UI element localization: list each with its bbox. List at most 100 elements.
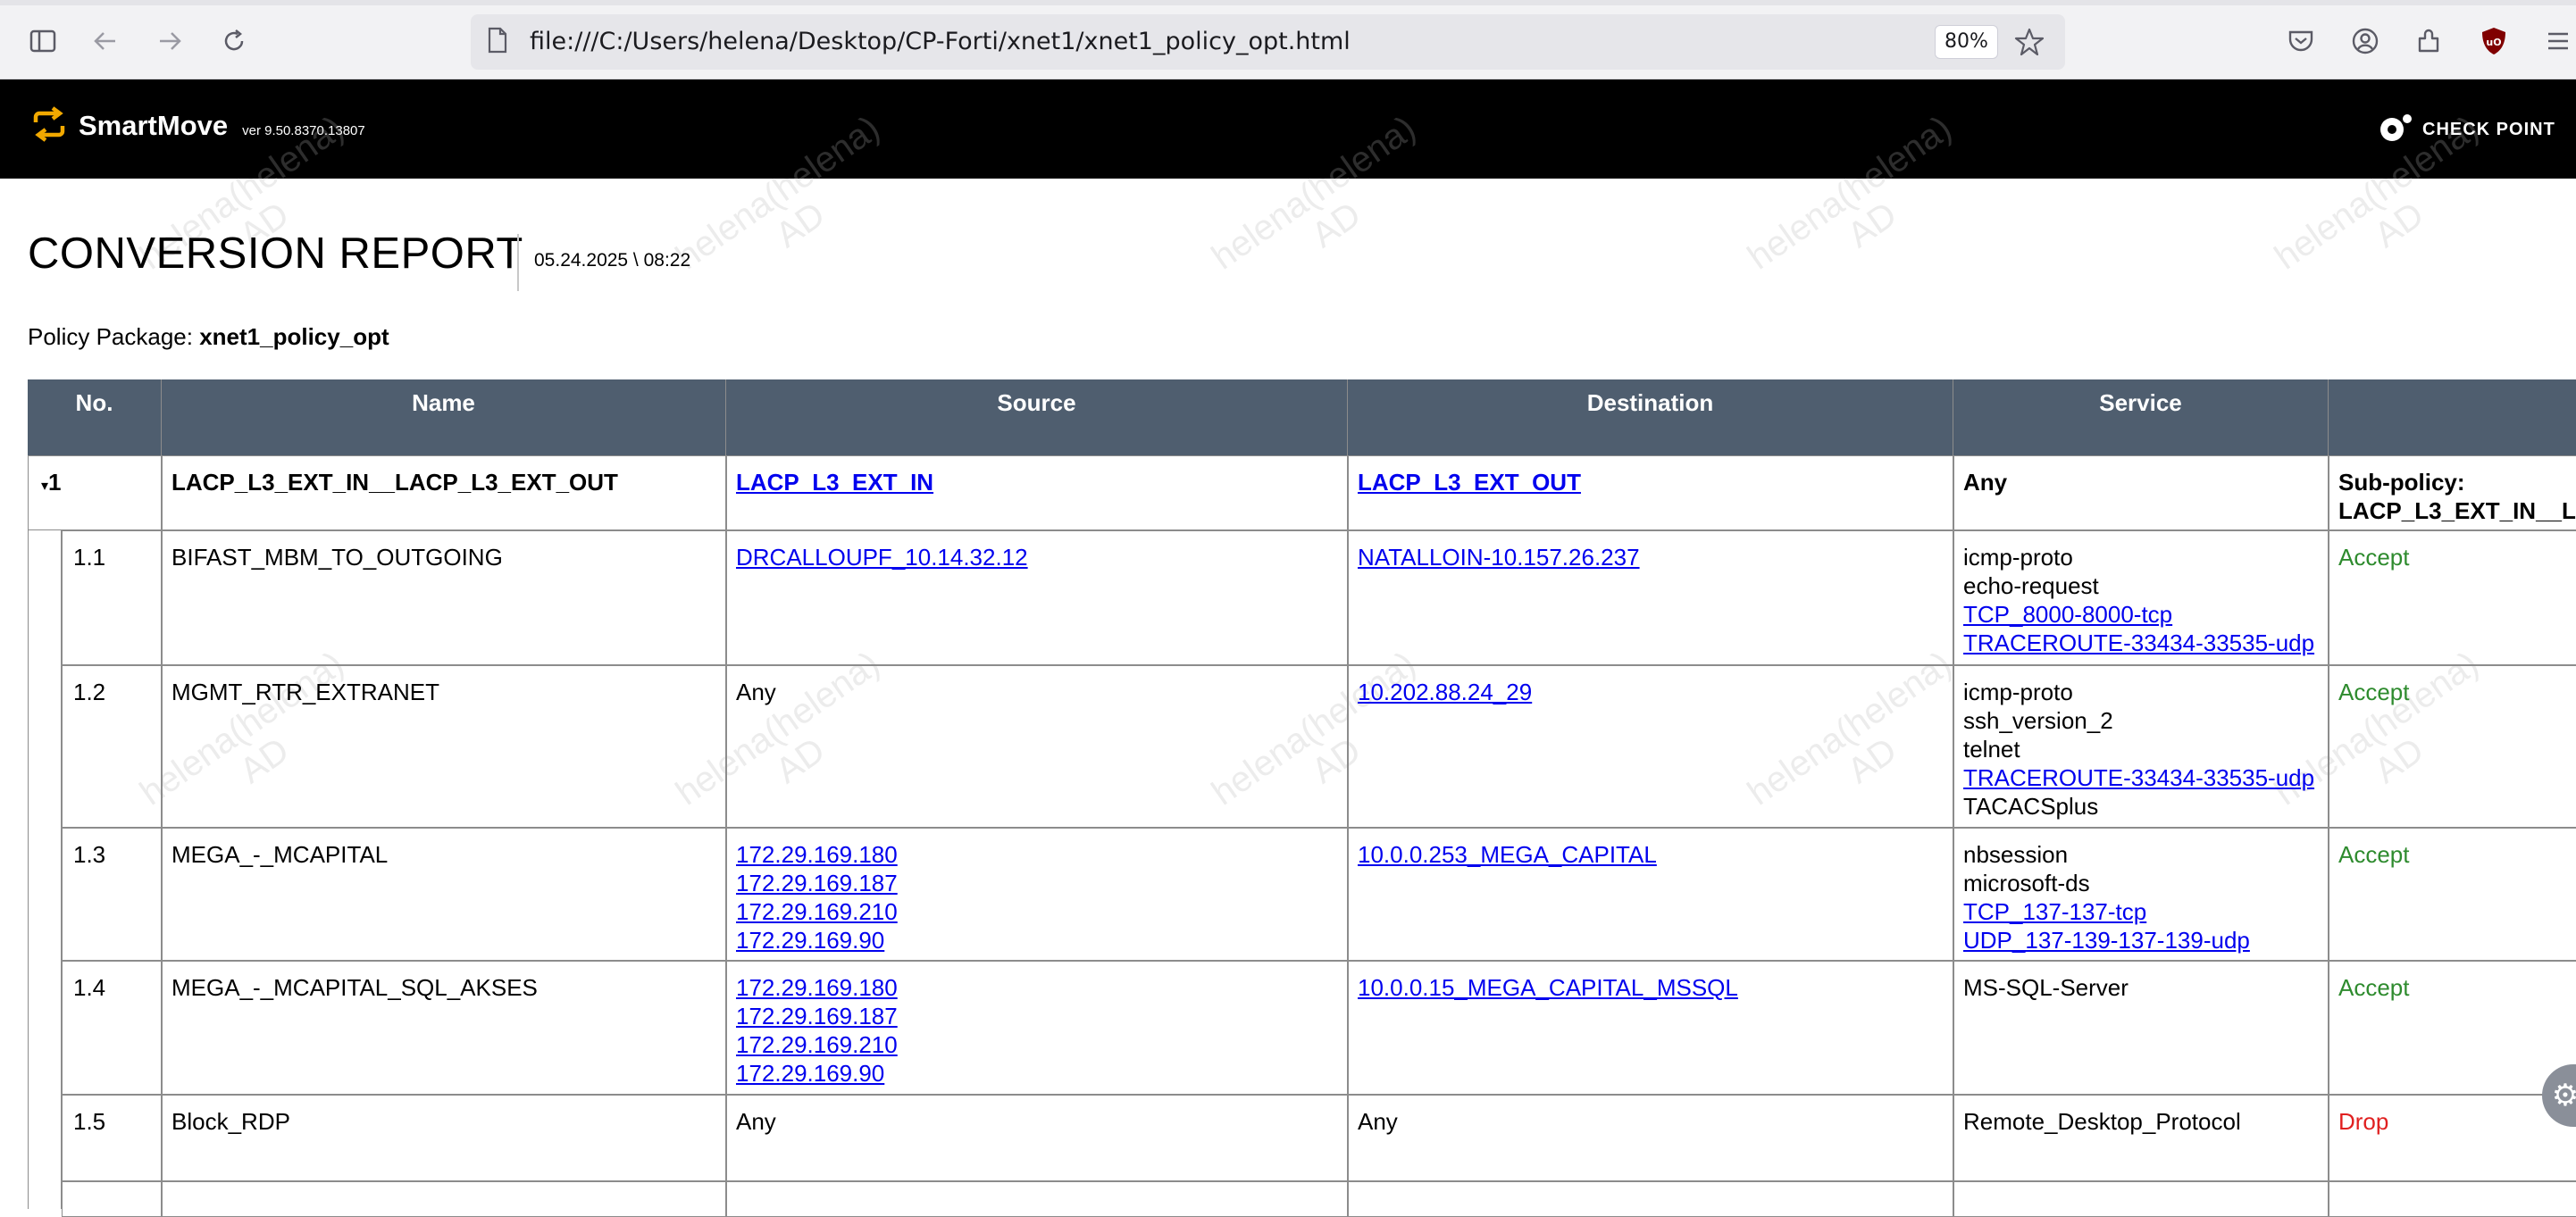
source-link[interactable]: 172.29.169.187 bbox=[736, 1002, 898, 1030]
row-name-cell: BIFAST_MBM_TO_OUTGOING bbox=[162, 530, 726, 665]
source-link[interactable]: 172.29.169.180 bbox=[736, 973, 898, 1002]
action-accept: Accept bbox=[2338, 841, 2410, 868]
row-service-cell: icmp-proto ssh_version_2 telnet TRACEROU… bbox=[1953, 665, 2329, 828]
section-action-cell: Sub-policy: LACP_L3_EXT_IN__LACP_L3_EXT_… bbox=[2329, 455, 2576, 530]
section-destination-link[interactable]: LACP_L3_EXT_OUT bbox=[1358, 468, 1581, 496]
row-name-cell bbox=[162, 1181, 726, 1217]
row-no-cell: 1.3 bbox=[62, 828, 162, 961]
row-no: 1.4 bbox=[73, 974, 106, 1001]
row-source-cell: DRCALLOUPF_10.14.32.12 bbox=[726, 530, 1348, 665]
service-link[interactable]: TCP_8000-8000-tcp bbox=[1963, 600, 2172, 629]
section-source-link[interactable]: LACP_L3_EXT_IN bbox=[736, 468, 933, 496]
address-bar[interactable]: file:///C:/Users/helena/Desktop/CP-Forti… bbox=[471, 14, 2065, 70]
column-header-no[interactable]: No. bbox=[28, 379, 162, 455]
policy-package-name: xnet1_policy_opt bbox=[199, 323, 389, 350]
gear-icon[interactable]: ⚙ bbox=[2552, 1078, 2576, 1113]
service-item: echo-request bbox=[1963, 572, 2099, 599]
row-no-cell: 1.1 bbox=[62, 530, 162, 665]
section-name: LACP_L3_EXT_IN__LACP_L3_EXT_OUT bbox=[171, 469, 618, 496]
service-link[interactable]: TRACEROUTE-33434-33535-udp bbox=[1963, 629, 2314, 657]
row-destination-cell: 10.202.88.24_29 bbox=[1348, 665, 1953, 828]
row-destination-cell: 10.0.0.15_MEGA_CAPITAL_MSSQL bbox=[1348, 961, 1953, 1095]
row-no: 1.2 bbox=[73, 679, 106, 705]
source-link[interactable]: 172.29.169.90 bbox=[736, 1059, 884, 1088]
service-item: nbsession bbox=[1963, 841, 2069, 868]
source-link[interactable]: 172.29.169.210 bbox=[736, 1030, 898, 1059]
service-item: icmp-proto bbox=[1963, 679, 2073, 705]
action-accept: Accept bbox=[2338, 679, 2410, 705]
destination-link[interactable]: 10.0.0.253_MEGA_CAPITAL bbox=[1358, 840, 1657, 869]
section-action-subpolicy: LACP_L3_EXT_IN__LACP_L3_EXT_OUT bbox=[2338, 497, 2576, 524]
source-link[interactable]: 172.29.169.187 bbox=[736, 869, 898, 897]
source-link[interactable]: 172.29.169.90 bbox=[736, 926, 884, 954]
browser-toolbar: file:///C:/Users/helena/Desktop/CP-Forti… bbox=[0, 0, 2576, 79]
forward-icon[interactable] bbox=[148, 20, 191, 63]
row-action-cell: Accept bbox=[2329, 530, 2576, 665]
source-value: Any bbox=[736, 1108, 776, 1135]
policy-package: Policy Package: xnet1_policy_opt bbox=[28, 323, 389, 351]
service-item: telnet bbox=[1963, 736, 2020, 763]
section-name-cell: LACP_L3_EXT_IN__LACP_L3_EXT_OUT bbox=[162, 455, 726, 530]
chevron-down-icon[interactable]: ▾ bbox=[41, 479, 48, 494]
title-divider bbox=[517, 234, 519, 291]
destination-link[interactable]: 10.202.88.24_29 bbox=[1358, 678, 1532, 706]
sidebar-toggle-icon[interactable] bbox=[21, 20, 64, 63]
row-source-cell: Any bbox=[726, 1095, 1348, 1181]
reload-icon[interactable] bbox=[213, 20, 255, 63]
svg-text:uO: uO bbox=[2486, 37, 2501, 48]
app-version: ver 9.50.8370.13807 bbox=[242, 123, 365, 138]
source-link[interactable]: 172.29.169.210 bbox=[736, 897, 898, 926]
service-link[interactable]: TCP_137-137-tcp bbox=[1963, 897, 2146, 926]
url-text[interactable]: file:///C:/Users/helena/Desktop/CP-Forti… bbox=[530, 28, 1351, 55]
column-header-service[interactable]: Service bbox=[1953, 379, 2329, 455]
row-service-cell: icmp-proto echo-request TCP_8000-8000-tc… bbox=[1953, 530, 2329, 665]
section-service: Any bbox=[1963, 469, 2008, 496]
row-name-cell: Block_RDP bbox=[162, 1095, 726, 1181]
ublock-origin-icon[interactable]: uO bbox=[2472, 20, 2515, 63]
action-accept: Accept bbox=[2338, 974, 2410, 1001]
report-date: 05.24.2025 \ 08:22 bbox=[534, 250, 691, 271]
row-service-cell: MS-SQL-Server bbox=[1953, 961, 2329, 1095]
extensions-icon[interactable] bbox=[2408, 20, 2451, 63]
back-icon[interactable] bbox=[84, 20, 127, 63]
row-source-cell: 172.29.169.180 172.29.169.187 172.29.169… bbox=[726, 961, 1348, 1095]
section-no-cell[interactable]: ▾1 bbox=[28, 455, 162, 530]
row-action-cell: Accept bbox=[2329, 961, 2576, 1095]
destination-value: Any bbox=[1358, 1108, 1398, 1135]
menu-icon[interactable] bbox=[2537, 20, 2576, 63]
row-action-cell: Drop bbox=[2329, 1095, 2576, 1181]
column-header-name[interactable]: Name bbox=[162, 379, 726, 455]
service-item: icmp-proto bbox=[1963, 544, 2073, 571]
column-header-source[interactable]: Source bbox=[726, 379, 1348, 455]
check-point-logo-icon bbox=[2378, 112, 2413, 148]
row-no-cell: 1.5 bbox=[62, 1095, 162, 1181]
row-destination-cell bbox=[1348, 1181, 1953, 1217]
action-accept: Accept bbox=[2338, 544, 2410, 571]
row-name: MEGA_-_MCAPITAL_SQL_AKSES bbox=[171, 974, 538, 1001]
vendor-name: CHECK POINT bbox=[2422, 120, 2555, 139]
service-item: MS-SQL-Server bbox=[1963, 974, 2129, 1001]
row-name-cell: MEGA_-_MCAPITAL bbox=[162, 828, 726, 961]
service-link[interactable]: TRACEROUTE-33434-33535-udp bbox=[1963, 763, 2314, 792]
account-icon[interactable] bbox=[2344, 20, 2387, 63]
destination-link[interactable]: NATALLOIN-10.157.26.237 bbox=[1358, 543, 1640, 571]
row-no-cell: 1.4 bbox=[62, 961, 162, 1095]
row-action-cell: Accept bbox=[2329, 665, 2576, 828]
row-action-cell: Accept bbox=[2329, 828, 2576, 961]
source-link[interactable]: 172.29.169.180 bbox=[736, 840, 898, 869]
brand: SmartMove ver 9.50.8370.13807 bbox=[30, 106, 365, 142]
service-item: ssh_version_2 bbox=[1963, 707, 2113, 734]
source-value: Any bbox=[736, 679, 776, 705]
section-collapse-toggle[interactable]: ▾1 bbox=[41, 468, 62, 501]
action-drop: Drop bbox=[2338, 1108, 2389, 1135]
service-link[interactable]: UDP_137-139-137-139-udp bbox=[1963, 926, 2250, 954]
app-name: SmartMove bbox=[79, 110, 229, 141]
destination-link[interactable]: 10.0.0.15_MEGA_CAPITAL_MSSQL bbox=[1358, 973, 1738, 1002]
row-no: 1.5 bbox=[73, 1108, 106, 1135]
bookmark-star-icon[interactable] bbox=[2014, 27, 2045, 62]
zoom-level-button[interactable]: 80% bbox=[1935, 25, 1998, 59]
column-header-action[interactable] bbox=[2329, 379, 2576, 455]
column-header-destination[interactable]: Destination bbox=[1348, 379, 1953, 455]
pocket-icon[interactable] bbox=[2279, 20, 2322, 63]
source-link[interactable]: DRCALLOUPF_10.14.32.12 bbox=[736, 543, 1028, 571]
